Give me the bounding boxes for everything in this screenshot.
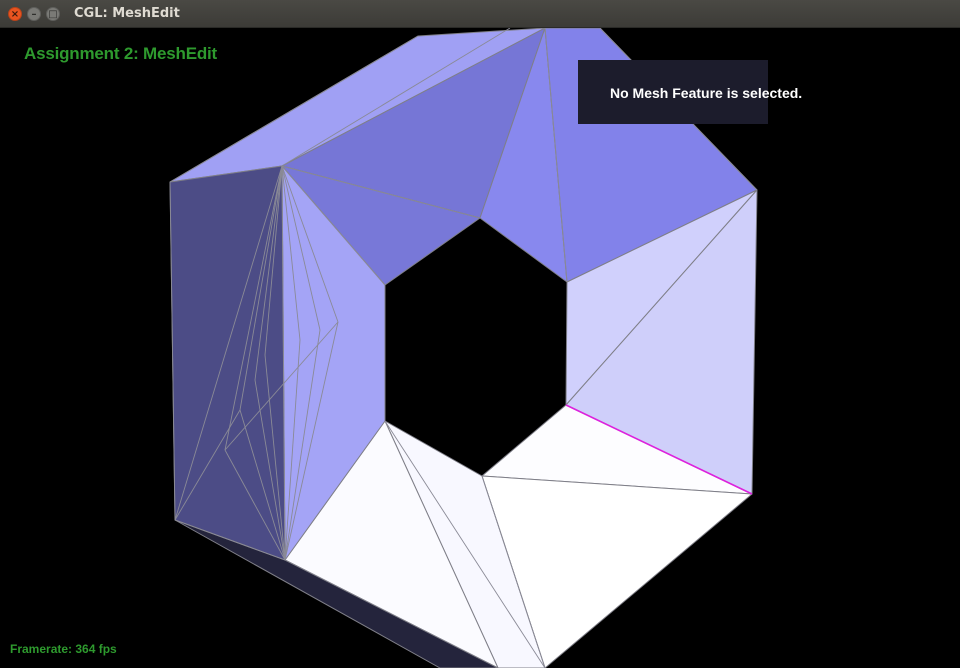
- window-close-button[interactable]: ×: [8, 7, 22, 21]
- selection-status-text: No Mesh Feature is selected.: [610, 85, 803, 101]
- mesh-face[interactable]: [169, 165, 286, 561]
- mesh-render[interactable]: [0, 28, 960, 668]
- window-maximize-button[interactable]: □: [46, 7, 60, 21]
- window-minimize-button[interactable]: –: [27, 7, 41, 21]
- window-titlebar[interactable]: × – □ CGL: MeshEdit: [0, 0, 960, 28]
- framerate-readout: Framerate: 364 fps: [10, 642, 117, 656]
- mesh-faces[interactable]: [169, 28, 758, 668]
- window-title: CGL: MeshEdit: [74, 6, 180, 21]
- assignment-title: Assignment 2: MeshEdit: [24, 44, 218, 63]
- selection-info-panel: No Mesh Feature is selected.: [578, 60, 802, 124]
- mesh-viewport[interactable]: Assignment 2: MeshEdit No Mesh Feature i…: [0, 28, 960, 668]
